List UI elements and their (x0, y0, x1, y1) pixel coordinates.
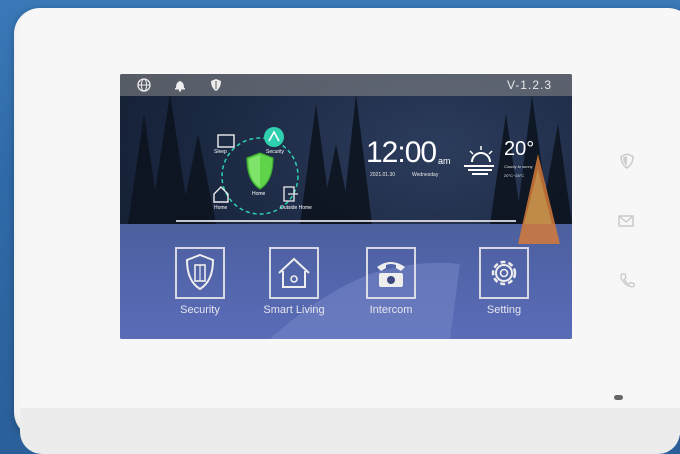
smart-living-tile-frame (269, 247, 319, 299)
globe-icon[interactable] (136, 77, 152, 93)
security-mode-widget[interactable]: Sleep Security Home Home Outside Home (198, 121, 334, 221)
outside-home-label: Outside Home (280, 205, 312, 211)
intercom-tile-frame (366, 247, 416, 299)
security-tile-frame (175, 247, 225, 299)
clock-ampm: am (438, 156, 451, 166)
phone-icon[interactable] (618, 272, 636, 290)
smart-home-icon (278, 257, 310, 288)
weather-condition: Cloudy to sunny (504, 164, 533, 169)
mail-icon[interactable] (617, 212, 635, 230)
shield-icon[interactable] (208, 77, 224, 93)
telephone-icon (377, 262, 405, 287)
clock-date: 2021.01.30 (370, 172, 396, 178)
gear-icon (491, 260, 517, 286)
partly-cloudy-icon (464, 146, 494, 175)
status-bar: V-1.2.3 (120, 74, 572, 96)
sleep-mode-icon[interactable] (217, 134, 235, 148)
sleep-label: Sleep (214, 149, 227, 155)
clock-weekday: Wednesday (412, 172, 439, 178)
home-label: Home (214, 205, 228, 211)
bell-icon[interactable] (172, 77, 188, 93)
building-shield-icon (185, 253, 215, 291)
divider-line (176, 220, 516, 222)
home-mode-icon[interactable] (213, 186, 229, 203)
firmware-version: V-1.2.3 (506, 78, 552, 92)
temperature-range: 20°C~28°C (504, 173, 525, 178)
setting-tile[interactable]: Setting (440, 244, 560, 334)
status-led (614, 395, 623, 400)
security-mode-icon[interactable] (264, 127, 284, 147)
current-mode-label: Home (252, 191, 266, 197)
device-base (20, 408, 680, 454)
intercom-tile-label: Intercom (369, 304, 413, 316)
clock-time: 12:00 (366, 136, 437, 169)
setting-tile-frame (479, 247, 529, 299)
temperature: 20° (504, 138, 535, 160)
main-menu: Security Smart Living Intercom Setting (120, 244, 572, 334)
setting-tile-label: Setting (486, 304, 522, 316)
shield-icon[interactable] (618, 152, 636, 170)
intercom-tile[interactable]: Intercom (327, 244, 447, 334)
touch-screen: V-1.2.3 Sleep Security Home Home Outside… (120, 74, 572, 339)
security-label: Security (266, 149, 285, 155)
